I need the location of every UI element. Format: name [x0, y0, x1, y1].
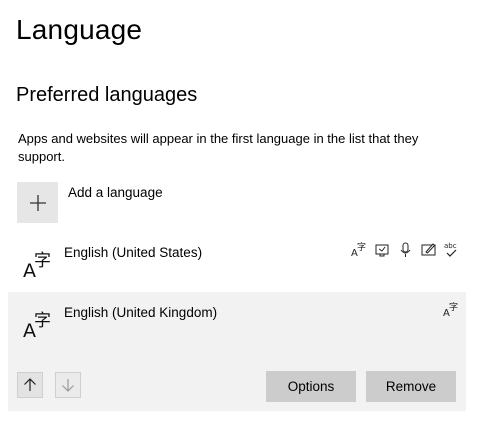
- svg-text:字: 字: [449, 301, 458, 313]
- svg-text:字: 字: [34, 311, 51, 331]
- language-icon: A 字: [23, 251, 51, 280]
- remove-button[interactable]: Remove: [366, 371, 456, 402]
- move-up-button[interactable]: [17, 372, 43, 398]
- language-item-en-us[interactable]: A 字 English (United States) A 字 abc: [8, 232, 466, 292]
- spell-check-icon: abc: [444, 242, 457, 257]
- svg-text:abc: abc: [444, 242, 457, 250]
- svg-text:字: 字: [34, 251, 51, 271]
- move-down-button[interactable]: [55, 372, 81, 398]
- options-button[interactable]: Options: [266, 371, 356, 402]
- language-features: A 字: [443, 301, 460, 318]
- language-item-en-gb[interactable]: A 字 English (United Kingdom) A 字 Options…: [8, 292, 466, 411]
- svg-text:字: 字: [357, 241, 366, 253]
- up-arrow-icon: [24, 378, 36, 391]
- speech-recognition-icon: [400, 242, 411, 257]
- add-language-label: Add a language: [68, 185, 163, 200]
- description-text: Apps and websites will appear in the fir…: [18, 131, 419, 164]
- page-title: Language: [16, 14, 143, 45]
- plus-icon: [17, 182, 58, 223]
- text-to-speech-icon: [375, 244, 389, 257]
- handwriting-icon: [421, 243, 436, 256]
- language-features: A 字 abc: [351, 241, 460, 258]
- section-heading: Preferred languages: [16, 84, 198, 106]
- language-name: English (United States): [64, 245, 203, 260]
- language-icon: A 字: [23, 311, 51, 340]
- down-arrow-icon: [62, 379, 74, 392]
- language-name: English (United Kingdom): [64, 305, 218, 320]
- language-pack-icon: A 字: [443, 301, 458, 318]
- add-language-button[interactable]: Add a language: [17, 182, 163, 223]
- language-pack-icon: A 字: [351, 241, 366, 258]
